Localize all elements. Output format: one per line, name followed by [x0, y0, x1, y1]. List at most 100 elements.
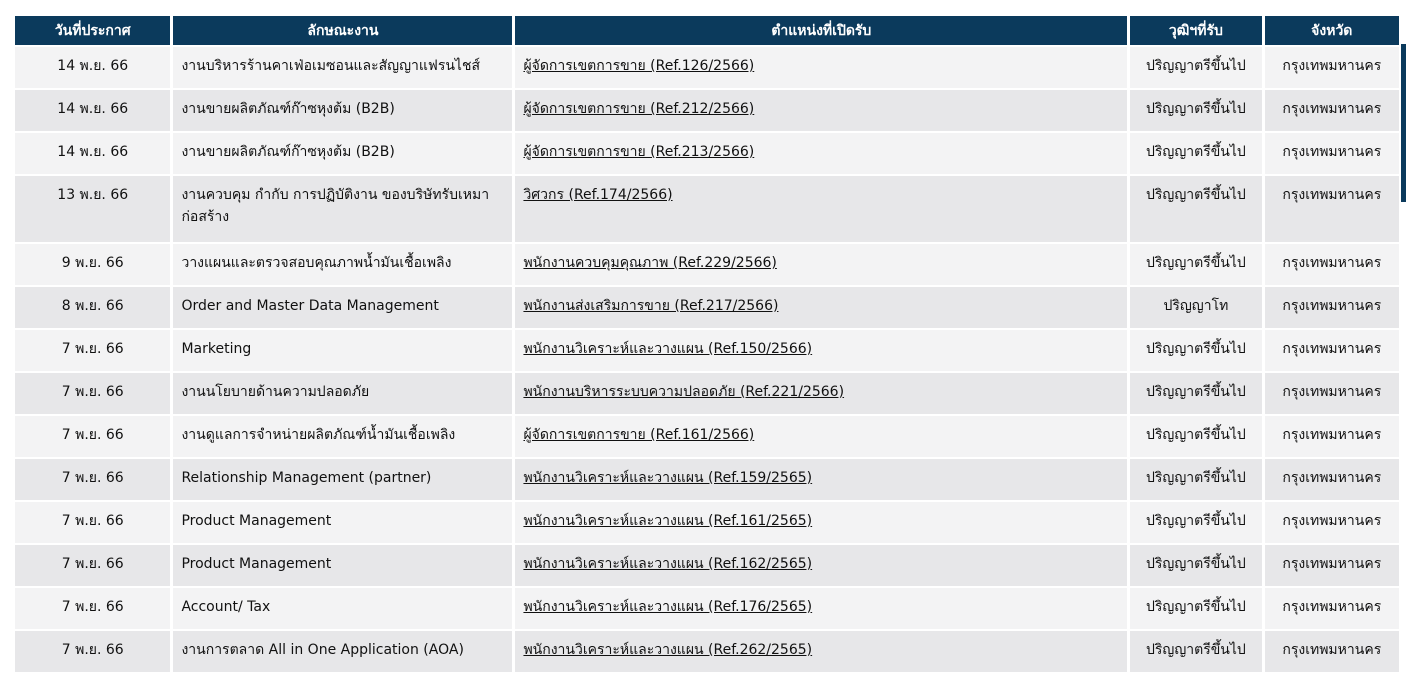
position-cell: พนักงานวิเคราะห์และวางแผน (Ref.150/2566)	[515, 330, 1128, 371]
page: วันที่ประกาศ ลักษณะงาน ตำแหน่งที่เปิดรับ…	[0, 0, 1417, 693]
position-cell: พนักงานวิเคราะห์และวางแผน (Ref.176/2565)	[515, 588, 1128, 629]
province: กรุงเทพมหานคร	[1264, 176, 1399, 242]
table-row: 9 พ.ย. 66 วางแผนและตรวจสอบคุณภาพน้ำมันเช…	[15, 244, 1399, 285]
table-row: 7 พ.ย. 66 Product Management พนักงานวิเค…	[15, 502, 1399, 543]
education-level: ปริญญาตรีขึ้นไป	[1130, 330, 1262, 371]
province: กรุงเทพมหานคร	[1264, 588, 1399, 629]
province: กรุงเทพมหานคร	[1264, 90, 1399, 131]
job-type: งานดูแลการจำหน่ายผลิตภัณฑ์น้ำมันเชื้อเพล…	[173, 416, 513, 457]
position-link[interactable]: ผู้จัดการเขตการขาย (Ref.213/2566)	[523, 144, 754, 160]
position-cell: ผู้จัดการเขตการขาย (Ref.126/2566)	[515, 47, 1128, 88]
job-type: งานขายผลิตภัณฑ์ก๊าซหุงต้ม (B2B)	[173, 90, 513, 131]
table-row: 7 พ.ย. 66 Marketing พนักงานวิเคราะห์และว…	[15, 330, 1399, 371]
province: กรุงเทพมหานคร	[1264, 287, 1399, 328]
education-level: ปริญญาตรีขึ้นไป	[1130, 459, 1262, 500]
posted-date: 14 พ.ย. 66	[15, 133, 171, 174]
position-cell: พนักงานวิเคราะห์และวางแผน (Ref.159/2565)	[515, 459, 1128, 500]
education-level: ปริญญาตรีขึ้นไป	[1130, 588, 1262, 629]
job-type: งานขายผลิตภัณฑ์ก๊าซหุงต้ม (B2B)	[173, 133, 513, 174]
header-province: จังหวัด	[1264, 16, 1399, 45]
posted-date: 7 พ.ย. 66	[15, 588, 171, 629]
education-level: ปริญญาตรีขึ้นไป	[1130, 244, 1262, 285]
position-cell: พนักงานควบคุมคุณภาพ (Ref.229/2566)	[515, 244, 1128, 285]
position-cell: พนักงานส่งเสริมการขาย (Ref.217/2566)	[515, 287, 1128, 328]
position-link[interactable]: พนักงานวิเคราะห์และวางแผน (Ref.176/2565)	[523, 599, 812, 615]
job-type: งานควบคุม กำกับ การปฏิบัติงาน ของบริษัทร…	[173, 176, 513, 242]
posted-date: 14 พ.ย. 66	[15, 47, 171, 88]
education-level: ปริญญาตรีขึ้นไป	[1130, 373, 1262, 414]
header-position: ตำแหน่งที่เปิดรับ	[515, 16, 1128, 45]
position-link[interactable]: พนักงานส่งเสริมการขาย (Ref.217/2566)	[523, 298, 778, 314]
education-level: ปริญญาตรีขึ้นไป	[1130, 545, 1262, 586]
position-link[interactable]: พนักงานวิเคราะห์และวางแผน (Ref.150/2566)	[523, 341, 812, 357]
province: กรุงเทพมหานคร	[1264, 373, 1399, 414]
job-type: Account/ Tax	[173, 588, 513, 629]
province: กรุงเทพมหานคร	[1264, 330, 1399, 371]
position-link[interactable]: พนักงานบริหารระบบความปลอดภัย (Ref.221/25…	[523, 384, 844, 400]
position-cell: พนักงานวิเคราะห์และวางแผน (Ref.162/2565)	[515, 545, 1128, 586]
table-row: 7 พ.ย. 66 Product Management พนักงานวิเค…	[15, 545, 1399, 586]
position-link[interactable]: พนักงานวิเคราะห์และวางแผน (Ref.262/2565)	[523, 642, 812, 658]
education-level: ปริญญาตรีขึ้นไป	[1130, 133, 1262, 174]
position-link[interactable]: วิศวกร (Ref.174/2566)	[523, 187, 672, 203]
position-link[interactable]: ผู้จัดการเขตการขาย (Ref.161/2566)	[523, 427, 754, 443]
header-date: วันที่ประกาศ	[15, 16, 171, 45]
position-link[interactable]: พนักงานวิเคราะห์และวางแผน (Ref.161/2565)	[523, 513, 812, 529]
table-header-row: วันที่ประกาศ ลักษณะงาน ตำแหน่งที่เปิดรับ…	[15, 16, 1399, 45]
job-type: วางแผนและตรวจสอบคุณภาพน้ำมันเชื้อเพลิง	[173, 244, 513, 285]
province: กรุงเทพมหานคร	[1264, 47, 1399, 88]
posted-date: 7 พ.ย. 66	[15, 459, 171, 500]
table-row: 7 พ.ย. 66 Account/ Tax พนักงานวิเคราะห์แ…	[15, 588, 1399, 629]
position-cell: วิศวกร (Ref.174/2566)	[515, 176, 1128, 242]
posted-date: 13 พ.ย. 66	[15, 176, 171, 242]
position-cell: พนักงานวิเคราะห์และวางแผน (Ref.161/2565)	[515, 502, 1128, 543]
job-type: Product Management	[173, 545, 513, 586]
province: กรุงเทพมหานคร	[1264, 416, 1399, 457]
position-link[interactable]: พนักงานวิเคราะห์และวางแผน (Ref.159/2565)	[523, 470, 812, 486]
posted-date: 7 พ.ย. 66	[15, 416, 171, 457]
table-row: 13 พ.ย. 66 งานควบคุม กำกับ การปฏิบัติงาน…	[15, 176, 1399, 242]
education-level: ปริญญาตรีขึ้นไป	[1130, 502, 1262, 543]
posted-date: 7 พ.ย. 66	[15, 545, 171, 586]
province: กรุงเทพมหานคร	[1264, 631, 1399, 672]
position-cell: พนักงานวิเคราะห์และวางแผน (Ref.262/2565)	[515, 631, 1128, 672]
posted-date: 9 พ.ย. 66	[15, 244, 171, 285]
position-cell: ผู้จัดการเขตการขาย (Ref.213/2566)	[515, 133, 1128, 174]
scrollbar-thumb[interactable]	[1401, 44, 1406, 202]
education-level: ปริญญาตรีขึ้นไป	[1130, 416, 1262, 457]
posted-date: 8 พ.ย. 66	[15, 287, 171, 328]
province: กรุงเทพมหานคร	[1264, 502, 1399, 543]
position-link[interactable]: ผู้จัดการเขตการขาย (Ref.126/2566)	[523, 58, 754, 74]
posted-date: 7 พ.ย. 66	[15, 373, 171, 414]
education-level: ปริญญาโท	[1130, 287, 1262, 328]
position-cell: พนักงานบริหารระบบความปลอดภัย (Ref.221/25…	[515, 373, 1128, 414]
posted-date: 7 พ.ย. 66	[15, 502, 171, 543]
table-row: 14 พ.ย. 66 งานขายผลิตภัณฑ์ก๊าซหุงต้ม (B2…	[15, 90, 1399, 131]
job-type: Order and Master Data Management	[173, 287, 513, 328]
education-level: ปริญญาตรีขึ้นไป	[1130, 176, 1262, 242]
job-listings-table: วันที่ประกาศ ลักษณะงาน ตำแหน่งที่เปิดรับ…	[12, 14, 1402, 674]
province: กรุงเทพมหานคร	[1264, 133, 1399, 174]
table-row: 14 พ.ย. 66 งานขายผลิตภัณฑ์ก๊าซหุงต้ม (B2…	[15, 133, 1399, 174]
posted-date: 14 พ.ย. 66	[15, 90, 171, 131]
posted-date: 7 พ.ย. 66	[15, 330, 171, 371]
job-type: Relationship Management (partner)	[173, 459, 513, 500]
province: กรุงเทพมหานคร	[1264, 545, 1399, 586]
position-cell: ผู้จัดการเขตการขาย (Ref.161/2566)	[515, 416, 1128, 457]
position-link[interactable]: พนักงานควบคุมคุณภาพ (Ref.229/2566)	[523, 255, 776, 271]
job-type: งานบริหารร้านคาเฟ่อเมซอนและสัญญาแฟรนไชส์	[173, 47, 513, 88]
table-row: 8 พ.ย. 66 Order and Master Data Manageme…	[15, 287, 1399, 328]
table-row: 7 พ.ย. 66 Relationship Management (partn…	[15, 459, 1399, 500]
province: กรุงเทพมหานคร	[1264, 459, 1399, 500]
job-type: งานการตลาด All in One Application (AOA)	[173, 631, 513, 672]
education-level: ปริญญาตรีขึ้นไป	[1130, 90, 1262, 131]
header-job-type: ลักษณะงาน	[173, 16, 513, 45]
job-type: งานนโยบายด้านความปลอดภัย	[173, 373, 513, 414]
province: กรุงเทพมหานคร	[1264, 244, 1399, 285]
education-level: ปริญญาตรีขึ้นไป	[1130, 47, 1262, 88]
education-level: ปริญญาตรีขึ้นไป	[1130, 631, 1262, 672]
table-row: 7 พ.ย. 66 งานนโยบายด้านความปลอดภัย พนักง…	[15, 373, 1399, 414]
position-link[interactable]: ผู้จัดการเขตการขาย (Ref.212/2566)	[523, 101, 754, 117]
posted-date: 7 พ.ย. 66	[15, 631, 171, 672]
position-link[interactable]: พนักงานวิเคราะห์และวางแผน (Ref.162/2565)	[523, 556, 812, 572]
